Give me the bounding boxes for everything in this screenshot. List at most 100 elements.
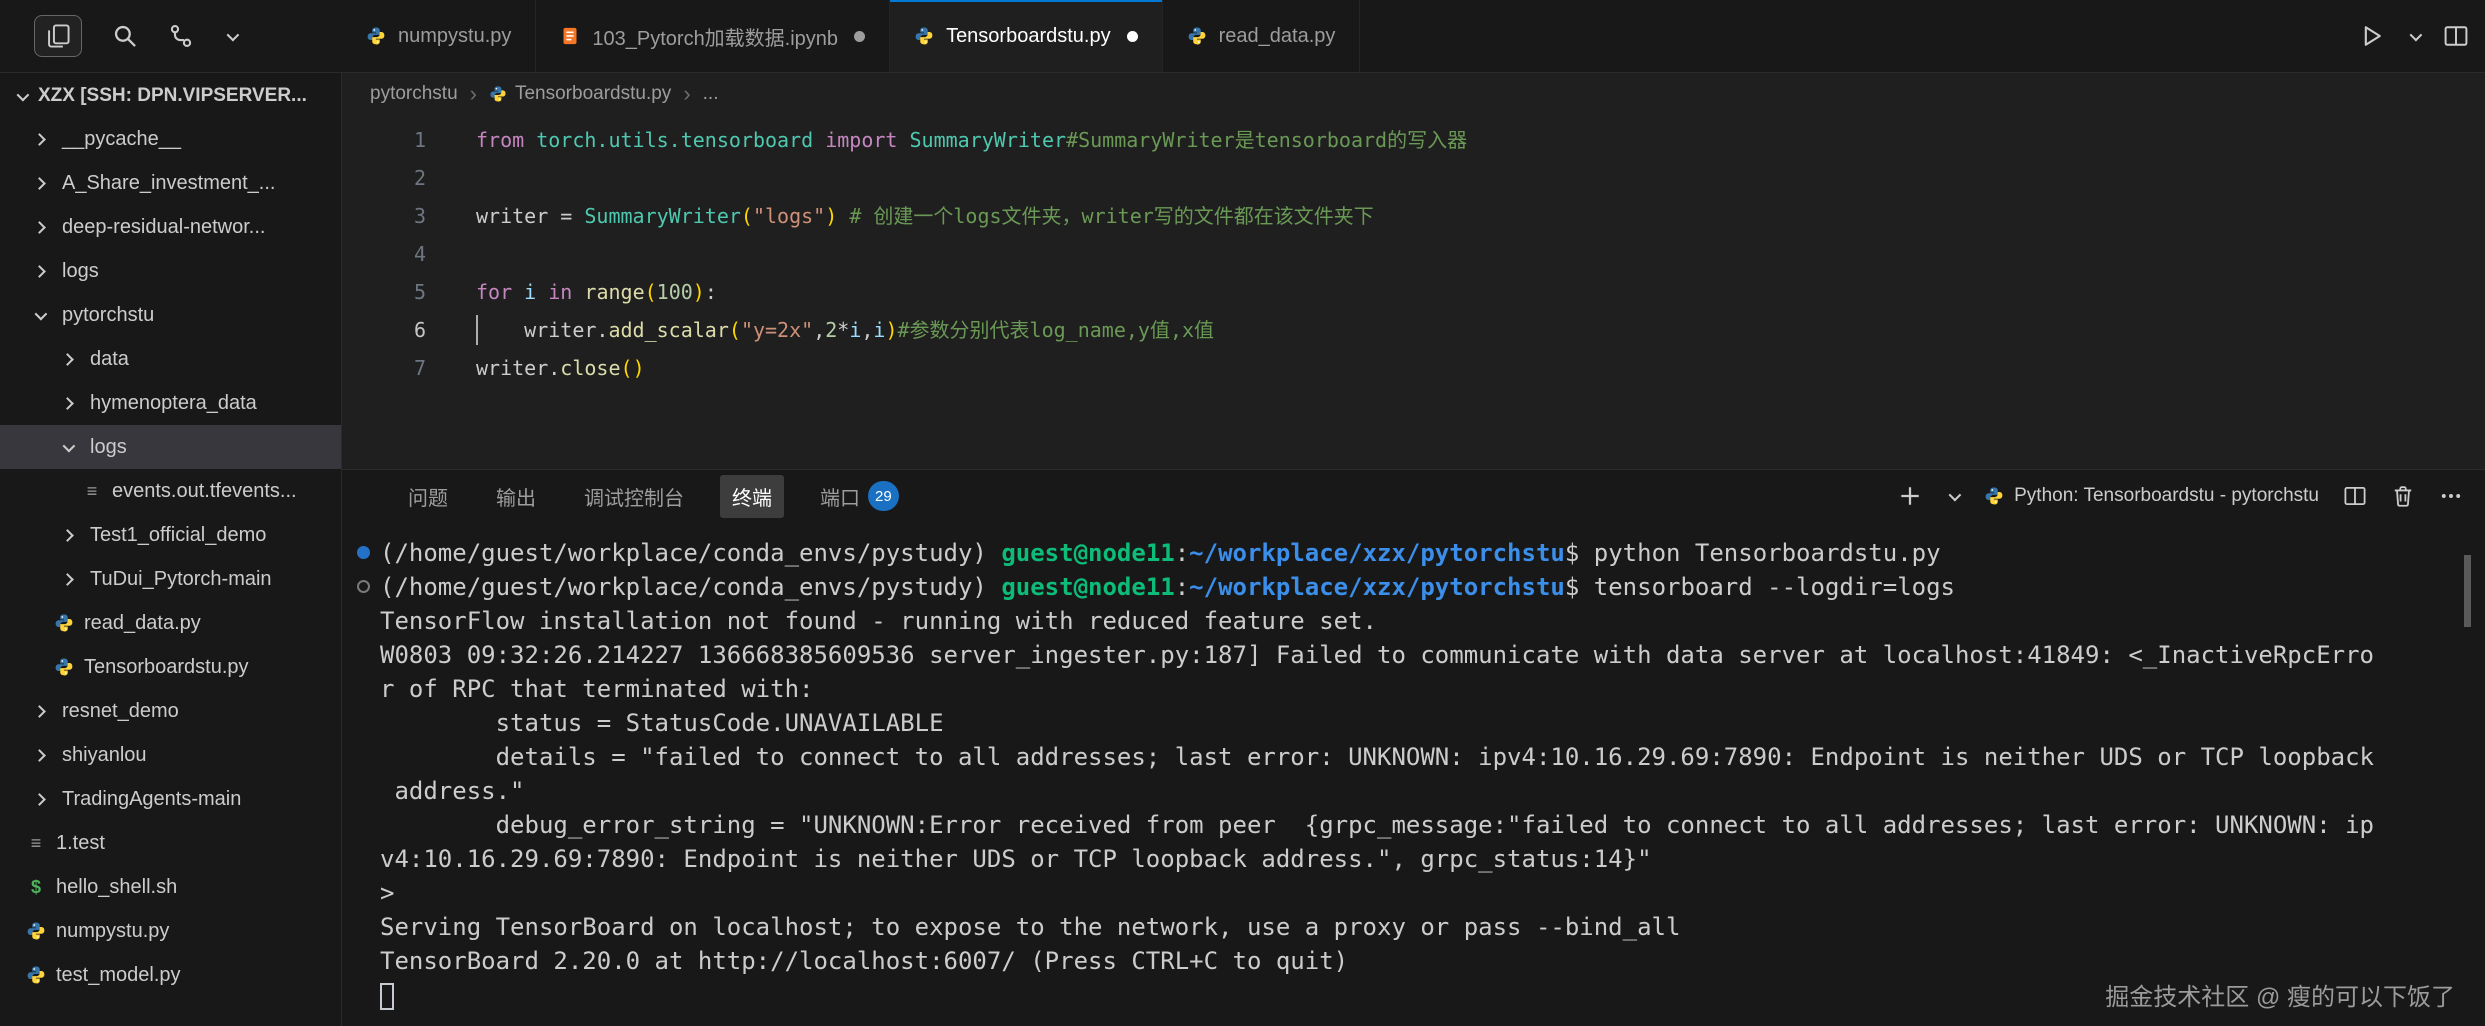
python-icon <box>1984 486 2004 506</box>
files-icon[interactable] <box>34 15 82 57</box>
breadcrumb-item[interactable]: pytorchstu <box>370 83 458 105</box>
code-token: 100 <box>656 280 693 304</box>
views-chevron-down-icon[interactable] <box>224 28 239 43</box>
tree-item[interactable]: A_Share_investment_... <box>0 161 341 205</box>
code-line-text: from torch.utils.tensorboard import Summ… <box>426 121 1467 159</box>
panel-tab-label: 问题 <box>408 487 448 510</box>
panel-tab[interactable]: 终端 <box>720 474 784 518</box>
run-python-file-icon[interactable] <box>2359 23 2385 49</box>
line-number: 4 <box>413 242 426 266</box>
panel-tab[interactable]: 问题 <box>396 475 460 518</box>
explorer-section-header[interactable]: XZX [SSH: DPN.VIPSERVER... <box>0 75 341 117</box>
new-terminal-icon[interactable] <box>1898 484 1922 508</box>
breadcrumb-separator-icon: › <box>683 81 691 106</box>
tree-item[interactable]: resnet_demo <box>0 689 341 733</box>
tree-item-label: data <box>90 347 129 370</box>
code-token: "y=2x" <box>740 318 814 342</box>
line-number: 3 <box>413 204 426 228</box>
tree-item-label: logs <box>62 259 99 282</box>
terminal-session-item[interactable]: Python: Tensorboardstu - pytorchstu <box>1984 485 2319 507</box>
tree-item[interactable]: ≡ 1.test <box>0 821 341 865</box>
terminal-line: status = StatusCode.UNAVAILABLE <box>380 706 2455 740</box>
code-token: , <box>861 318 874 342</box>
split-editor-icon[interactable] <box>2443 23 2469 49</box>
tree-item-label: __pycache__ <box>62 127 181 150</box>
breadcrumb-item[interactable]: Tensorboardstu.py <box>489 83 671 105</box>
python-file-icon <box>54 657 74 677</box>
terminal-text: status = StatusCode.UNAVAILABLE <box>380 709 944 737</box>
tree-item-label: numpystu.py <box>56 919 170 942</box>
workbench-body: XZX [SSH: DPN.VIPSERVER... __pycache__ A_… <box>0 73 2485 1026</box>
code-token: SummaryWriter <box>584 204 741 228</box>
terminal[interactable]: (/home/guest/workplace/conda_envs/pystud… <box>342 522 2485 1012</box>
code-token: . <box>596 318 609 342</box>
tree-item[interactable]: test_model.py <box>0 953 341 997</box>
tree-item[interactable]: hymenoptera_data <box>0 381 341 425</box>
code-line-text: for i in range(100): <box>426 273 717 311</box>
code-token: import <box>825 128 898 152</box>
tree-item[interactable]: data <box>0 337 341 381</box>
tree-item[interactable]: pytorchstu <box>0 293 341 337</box>
tree-item[interactable]: TuDui_Pytorch-main <box>0 557 341 601</box>
terminal-text: : <box>1174 573 1190 601</box>
python-file-icon <box>54 613 74 633</box>
file-tree: __pycache__ A_Share_investment_... deep-re… <box>0 117 341 997</box>
search-icon[interactable] <box>112 23 138 49</box>
code-editor[interactable]: 1 from torch.utils.tensorboard import Sum… <box>342 115 2485 469</box>
editor-tab[interactable]: 103_Pytorch加载数据.ipynb <box>536 0 891 72</box>
terminal-session-label: Python: Tensorboardstu - pytorchstu <box>2014 485 2319 506</box>
code-token: i <box>524 280 537 304</box>
panel-tab[interactable]: 端口 29 <box>808 474 911 518</box>
editor-tab[interactable]: read_data.py <box>1162 0 1361 72</box>
tree-item[interactable]: Tensorboardstu.py <box>0 645 341 689</box>
shell-file-icon: $ <box>30 876 41 897</box>
terminal-launch-chevron-icon[interactable] <box>1946 488 1961 503</box>
editor-tab[interactable]: numpystu.py <box>342 0 537 72</box>
terminal-scrollbar[interactable] <box>2464 555 2471 627</box>
explorer-sidebar: XZX [SSH: DPN.VIPSERVER... __pycache__ A_… <box>0 73 342 1026</box>
code-line: 4 <box>342 235 2485 273</box>
code-token: for <box>476 280 513 304</box>
split-terminal-icon[interactable] <box>2343 484 2367 508</box>
tree-item[interactable]: logs <box>0 425 341 469</box>
terminal-text: TensorFlow installation not found - runn… <box>380 607 1377 635</box>
code-line: 5 for i in range(100): <box>342 273 2485 311</box>
run-dropdown-chevron-icon[interactable] <box>2407 28 2422 43</box>
more-actions-icon[interactable] <box>2439 484 2463 508</box>
tree-item[interactable]: logs <box>0 249 341 293</box>
tree-item[interactable]: TradingAgents-main <box>0 777 341 821</box>
editor-tab[interactable]: Tensorboardstu.py <box>890 0 1163 72</box>
code-token: * <box>837 318 850 342</box>
python-file-icon <box>26 965 46 985</box>
ports-badge: 29 <box>868 481 899 511</box>
bottom-panel: 问题 输出 调试控制台 终端 端口 29 Python: Tensorboardstu -… <box>342 469 2485 1026</box>
tree-item[interactable]: read_data.py <box>0 601 341 645</box>
panel-tab[interactable]: 调试控制台 <box>572 475 696 518</box>
breadcrumb-item[interactable]: ... <box>703 83 719 105</box>
list-file-icon: ≡ <box>86 480 98 501</box>
code-token: ) <box>825 204 838 228</box>
tree-item[interactable]: ≡ events.out.tfevents... <box>0 469 341 513</box>
tree-item[interactable]: deep-residual-networ... <box>0 205 341 249</box>
terminal-text: v4:10.16.29.69:7890: Endpoint is neither… <box>380 845 1652 873</box>
chevron-right-icon <box>26 176 52 190</box>
chevron-right-icon <box>26 704 52 718</box>
command-success-marker <box>357 546 370 559</box>
breadcrumb-label: pytorchstu <box>370 83 458 104</box>
tree-item[interactable]: $ hello_shell.sh <box>0 865 341 909</box>
tree-item[interactable]: numpystu.py <box>0 909 341 953</box>
source-control-graph-icon[interactable] <box>168 23 194 49</box>
code-line: 1 from torch.utils.tensorboard import Sum… <box>342 121 2485 159</box>
tree-item-label: test_model.py <box>56 963 181 986</box>
chevron-down-icon <box>26 307 52 320</box>
tree-item[interactable]: __pycache__ <box>0 117 341 161</box>
kill-terminal-icon[interactable] <box>2391 484 2415 508</box>
tree-item[interactable]: Test1_official_demo <box>0 513 341 557</box>
panel-tab[interactable]: 输出 <box>484 475 548 518</box>
tree-item[interactable]: shiyanlou <box>0 733 341 777</box>
